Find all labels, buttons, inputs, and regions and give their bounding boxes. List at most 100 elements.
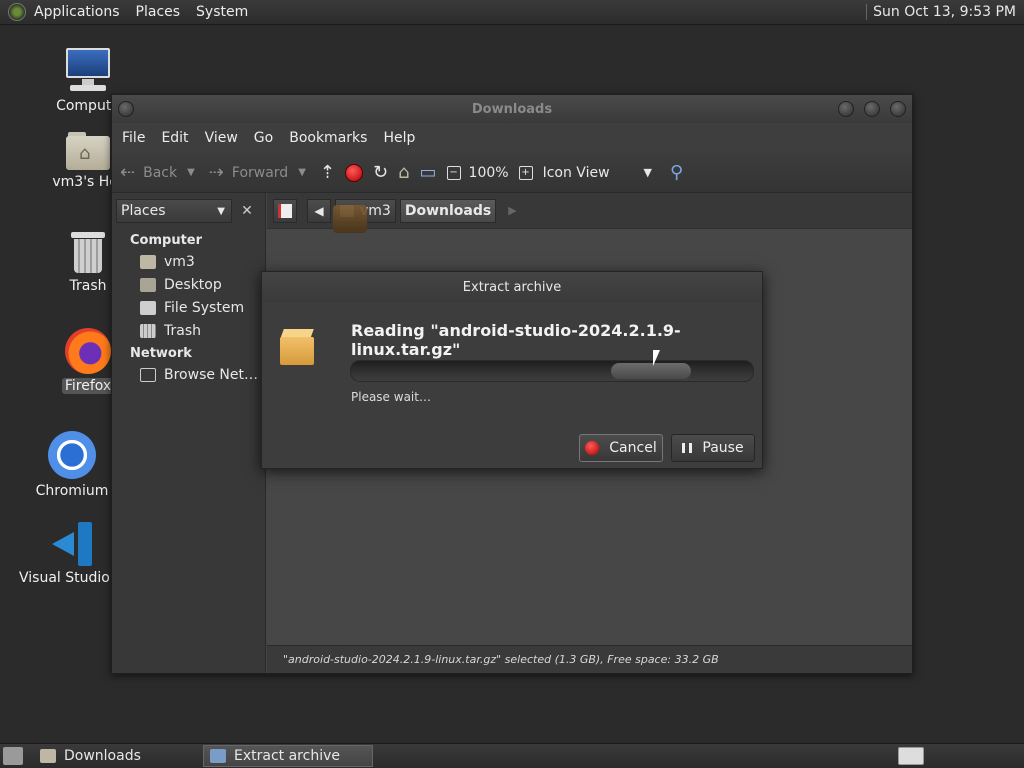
back-button[interactable]: ⇠ Back ▼ [120,161,195,183]
chevron-down-icon: ▼ [217,205,225,217]
task-downloads[interactable]: Downloads [33,745,193,767]
zoom-level-label: 100% [468,164,509,181]
chevron-down-icon: ▼ [643,166,652,179]
computer-button[interactable]: ▭ [419,161,437,183]
chevron-left-icon: ◀ [314,203,324,218]
vscode-icon [52,522,96,566]
close-sidebar-icon[interactable]: ✕ [236,200,258,222]
toggle-location-button[interactable] [273,198,297,223]
pause-label: Pause [702,440,744,456]
desktop-icon-label: Firefox [61,378,115,394]
view-mode-select[interactable]: Icon View ▼ [543,165,652,181]
status-text: "android-studio-2024.2.1.9-linux.tar.gz"… [283,653,719,666]
chromium-icon [48,431,96,479]
back-arrow-icon: ⇠ [120,161,136,183]
home-button[interactable]: ⌂ [398,161,410,183]
sidebar-item-trash[interactable]: Trash [112,319,265,342]
search-icon: ⚲ [669,161,684,183]
task-label: Downloads [64,748,141,764]
places-selector-label: Places [121,203,166,219]
trash-icon [70,230,106,274]
zoom-in-icon: + [518,165,533,180]
desktop-icon-label: Chromium [35,483,109,499]
clock[interactable]: Sun Oct 13, 9:53 PM [873,4,1024,20]
back-history-icon[interactable]: ▼ [187,167,195,178]
pause-button[interactable]: Pause [671,434,755,462]
zoom-out-icon: − [446,165,461,180]
firefox-icon [65,328,111,374]
stop-button[interactable] [345,163,363,182]
places-selector[interactable]: Places ▼ [116,199,232,223]
sidebar-item-label: File System [164,299,245,316]
reload-icon: ↻ [373,161,389,183]
workspace-switcher-icon[interactable] [898,747,924,765]
menu-help[interactable]: Help [375,130,423,146]
cancel-icon [585,441,600,455]
network-icon [140,367,156,382]
task-extract-archive[interactable]: Extract archive [203,745,373,767]
sidebar-item-file-system[interactable]: File System [112,296,265,319]
progress-bar [350,360,754,382]
sidebar-item-label: vm3 [164,253,195,270]
panel-separator [866,4,868,20]
menu-go[interactable]: Go [246,130,281,146]
applications-menu[interactable]: Applications [26,4,128,20]
drive-icon [140,300,156,315]
dialog-titlebar[interactable]: Extract archive [262,272,762,302]
cancel-label: Cancel [609,440,657,456]
dialog-heading: Reading "android-studio-2024.2.1.9-linux… [351,321,681,359]
home-icon: ⌂ [398,161,410,183]
menu-edit[interactable]: Edit [153,130,196,146]
zoom-in-button[interactable]: + [518,165,533,180]
stop-icon [345,163,363,182]
sidebar-section-computer: Computer [130,233,203,248]
menubar: File Edit View Go Bookmarks Help [112,123,912,153]
up-arrow-icon: ⇡ [319,161,335,183]
toolbar: ⇠ Back ▼ ⇢ Forward ▼ ⇡ ↻ ⌂ ▭ − 100% + Ic… [112,153,912,193]
zoom-out-button[interactable]: − [446,165,461,180]
chevron-right-icon[interactable]: ▶ [508,204,516,217]
computer-icon [64,46,112,94]
show-desktop-icon[interactable] [3,747,23,765]
sidebar-item-label: Desktop [164,276,222,293]
archive-file-icon[interactable] [333,205,367,233]
zoom-level: 100% [469,165,509,181]
computer-icon: ▭ [419,161,437,183]
folder-icon [40,749,56,763]
reload-button[interactable]: ↻ [373,161,389,183]
minimize-icon[interactable] [838,101,854,117]
system-menu[interactable]: System [188,4,256,20]
window-titlebar[interactable]: Downloads [112,95,912,123]
forward-button[interactable]: ⇢ Forward ▼ [209,163,306,182]
forward-history-icon[interactable]: ▼ [298,167,306,178]
up-button[interactable]: ⇡ [319,161,335,183]
mouse-cursor-icon [653,350,660,366]
home-folder-icon [140,254,156,269]
search-button[interactable]: ⚲ [669,161,684,183]
extract-dialog: Extract archive Reading "android-studio-… [261,271,763,469]
close-icon[interactable] [890,101,906,117]
window-menu-icon[interactable] [118,101,134,117]
path-left-button[interactable]: ◀ [307,198,331,223]
pause-icon [682,443,693,453]
menu-file[interactable]: File [114,130,153,146]
package-icon [280,327,314,365]
sidebar-item-desktop[interactable]: Desktop [112,273,265,296]
desktop-folder-icon [140,277,156,292]
menu-bookmarks[interactable]: Bookmarks [281,130,375,146]
applications-logo-icon[interactable] [8,3,26,21]
breadcrumb-downloads[interactable]: Downloads [399,198,497,223]
desktop-icon-label: Trash [69,278,107,294]
dialog-title: Extract archive [462,279,562,295]
menu-view[interactable]: View [197,130,246,146]
trash-icon [140,323,156,338]
cancel-button[interactable]: Cancel [579,434,663,462]
home-folder-icon: ⌂ [66,130,110,170]
maximize-icon[interactable] [864,101,880,117]
archive-manager-icon [210,749,226,763]
sidebar-item-label: Trash [164,322,201,339]
places-menu[interactable]: Places [128,4,189,20]
sidebar-item-browse-network[interactable]: Browse Net… [112,363,265,386]
sidebar-item-vm3[interactable]: vm3 [112,250,265,273]
sidebar-header: Places ▼ ✕ [112,193,265,229]
